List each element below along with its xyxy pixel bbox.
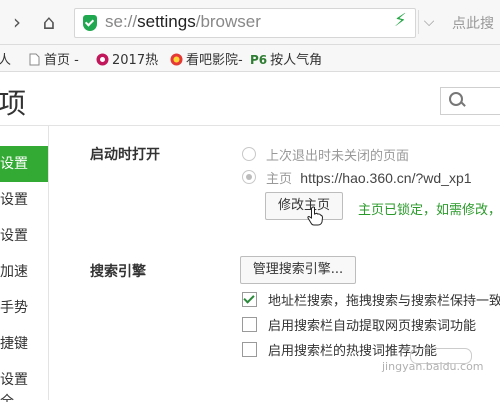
bookmark-item[interactable]: P6 按人气角 xyxy=(250,49,322,68)
address-text: se://settings/browser xyxy=(105,12,261,31)
speed-mode-icon[interactable]: ⚡ xyxy=(394,11,407,31)
settings-sidebar: 设置 设置 设置 加速 手势 捷键 设置 全 xyxy=(0,126,49,402)
checkbox-addressbar-search[interactable] xyxy=(242,292,257,307)
settings-search-input[interactable] xyxy=(440,87,500,115)
radio-homepage-label: 主页 https://hao.360.cn/?wd_xp1 xyxy=(266,170,472,187)
checkbox-addressbar-search-label: 地址栏搜索，拖拽搜索与搜索栏保持一致 xyxy=(268,294,500,309)
chevron-down-icon[interactable]: ⌵ xyxy=(418,10,439,34)
page-icon xyxy=(29,53,40,66)
security-shield-icon xyxy=(83,15,97,31)
home-icon[interactable]: ⌂ xyxy=(38,11,60,33)
sidebar-item[interactable]: 设置 xyxy=(0,182,48,218)
modify-homepage-button[interactable]: 修改主页 xyxy=(265,192,343,220)
checkbox-auto-extract[interactable] xyxy=(242,317,257,332)
bookmark-item[interactable]: 看吧影院- xyxy=(170,49,243,68)
header-divider xyxy=(0,125,500,126)
sidebar-item[interactable]: 设置 xyxy=(0,218,48,254)
sidebar-item-basic[interactable]: 设置 xyxy=(0,146,48,182)
sidebar-item-shortcuts[interactable]: 捷键 xyxy=(0,326,48,362)
checkbox-hot-words[interactable] xyxy=(242,342,257,357)
sidebar-item-security[interactable]: 全 xyxy=(0,392,48,402)
video-icon xyxy=(170,53,183,66)
radio-homepage[interactable] xyxy=(242,170,256,184)
watermark-text: jingyan.baidu.com xyxy=(382,360,484,373)
hand-cursor-icon xyxy=(307,206,323,226)
browser-toolbar: › ⌂ se://settings/browser ⚡ ⌵ 点此搜 xyxy=(0,0,500,45)
flower-icon xyxy=(96,53,109,66)
sidebar-item-gestures[interactable]: 手势 xyxy=(0,290,48,326)
search-engine-section-label: 搜索引擎 xyxy=(90,264,146,280)
bookmark-item[interactable]: 人 xyxy=(0,49,11,68)
bookmark-item[interactable]: 2017热 xyxy=(96,49,158,68)
bookmarks-bar: 人 首页 - 2017热 看吧影院- P6 按人气角 xyxy=(0,45,500,72)
search-icon xyxy=(449,92,463,106)
sidebar-item-acceleration[interactable]: 加速 xyxy=(0,254,48,290)
address-bar[interactable]: se://settings/browser xyxy=(74,8,416,38)
checkbox-auto-extract-label: 启用搜索栏自动提取网页搜索词功能 xyxy=(268,319,477,334)
radio-restore-pages-label: 上次退出时未关闭的页面 xyxy=(266,149,410,164)
radio-restore-pages[interactable] xyxy=(242,147,256,161)
manage-search-engines-button[interactable]: 管理搜索引擎... xyxy=(240,256,356,284)
forward-icon[interactable]: › xyxy=(6,11,28,33)
homepage-locked-note: 主页已锁定，如需修改， xyxy=(358,203,500,218)
bookmark-item[interactable]: 首页 - xyxy=(28,49,79,68)
homepage-url: https://hao.360.cn/?wd_xp1 xyxy=(300,170,472,186)
search-bar-placeholder[interactable]: 点此搜 xyxy=(452,13,494,33)
page-title: 项 xyxy=(0,87,27,120)
p6-icon: P6 xyxy=(250,53,268,67)
startup-section-label: 启动时打开 xyxy=(90,147,160,163)
